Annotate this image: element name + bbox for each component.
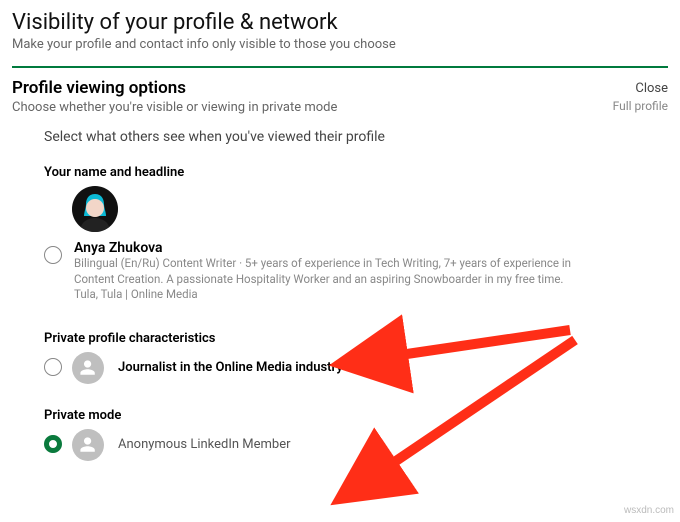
close-link[interactable]: Close Full profile	[613, 80, 668, 115]
generic-avatar-icon	[72, 352, 104, 384]
section-subheading: Choose whether you're visible or viewing…	[12, 100, 337, 115]
option-private-characteristics[interactable]: Journalist in the Online Media industry	[44, 352, 668, 384]
option-group-label-name-headline: Your name and headline	[44, 165, 680, 180]
profile-location-industry: Tula, Tula | Online Media	[74, 287, 614, 303]
page-subtitle: Make your profile and contact info only …	[12, 37, 668, 52]
option-text-private-mode: Anonymous LinkedIn Member	[118, 437, 291, 452]
close-label: Close	[613, 80, 668, 98]
radio-private-characteristics[interactable]	[44, 358, 62, 376]
option-group-label-private-mode: Private mode	[44, 408, 680, 423]
radio-private-mode[interactable]	[44, 435, 62, 453]
user-avatar	[72, 186, 118, 232]
option-text-private-characteristics: Journalist in the Online Media industry	[118, 360, 343, 375]
watermark: wsxdn.com	[624, 505, 674, 516]
instruction-text: Select what others see when you've viewe…	[44, 129, 680, 145]
close-sub: Full profile	[613, 98, 668, 115]
divider	[12, 66, 668, 68]
option-group-label-private-characteristics: Private profile characteristics	[44, 331, 680, 346]
radio-name-headline[interactable]	[44, 246, 62, 264]
generic-avatar-icon	[72, 429, 104, 461]
option-name-headline[interactable]: Anya Zhukova Bilingual (En/Ru) Content W…	[44, 186, 668, 303]
profile-headline: Bilingual (En/Ru) Content Writer · 5+ ye…	[74, 256, 614, 287]
page-title: Visibility of your profile & network	[12, 10, 668, 35]
section-heading: Profile viewing options	[12, 78, 337, 98]
profile-name: Anya Zhukova	[74, 240, 614, 256]
option-private-mode[interactable]: Anonymous LinkedIn Member	[44, 429, 668, 461]
